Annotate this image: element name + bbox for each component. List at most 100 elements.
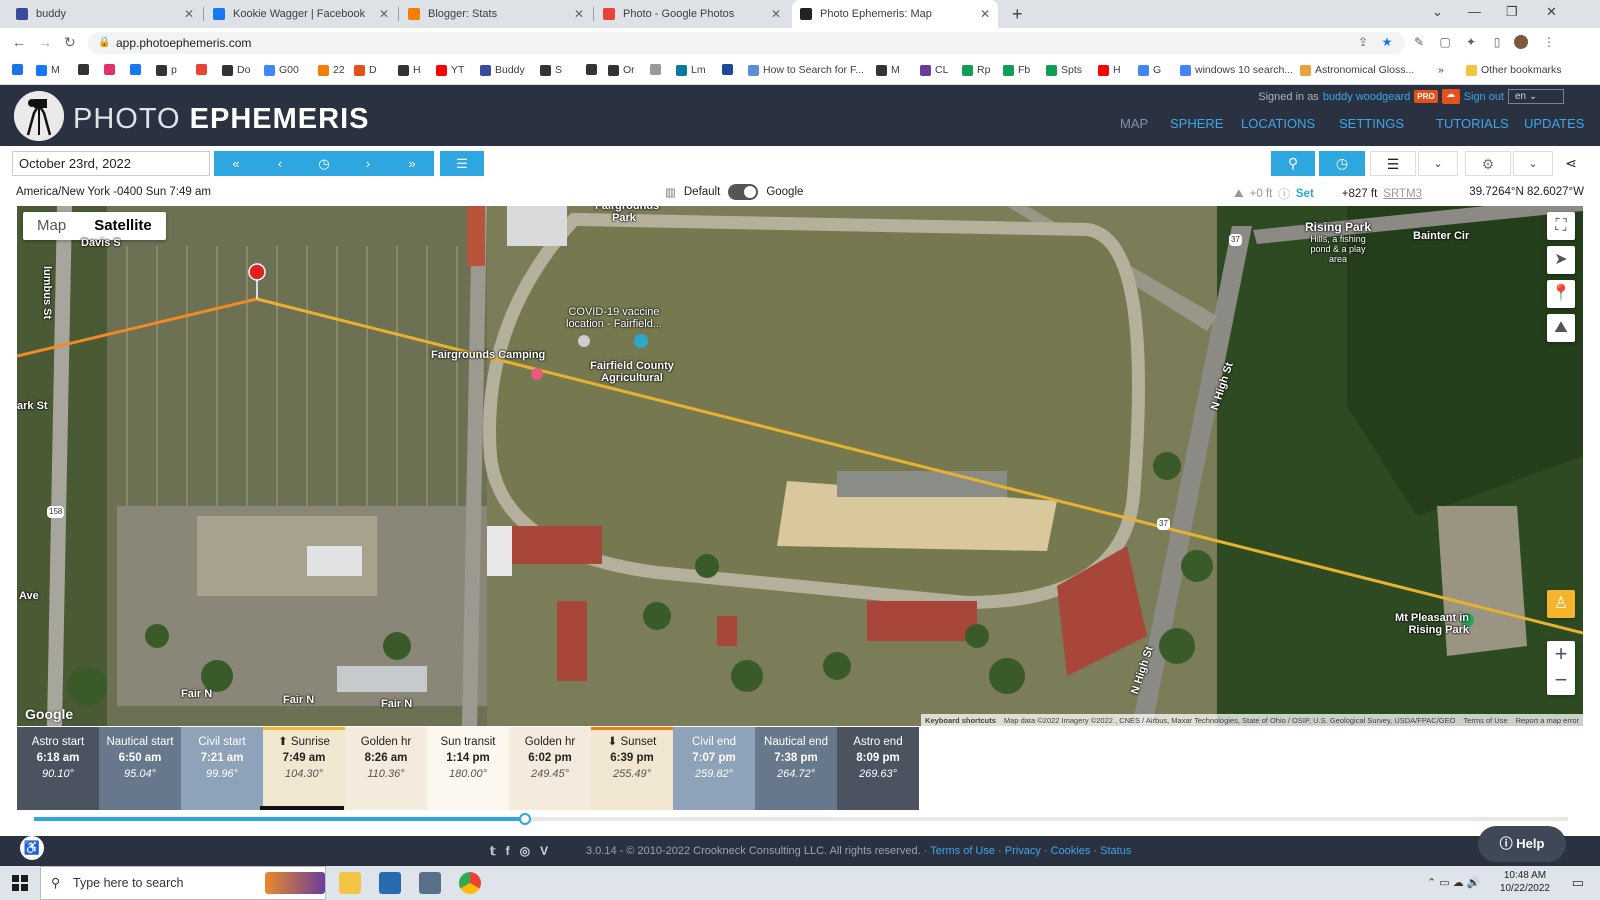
map-type-map[interactable]: Map — [23, 212, 80, 240]
nav-updates[interactable]: UPDATES — [1524, 116, 1584, 131]
bookmark-item[interactable]: Spts — [1046, 64, 1082, 76]
footer-status-link[interactable]: Status — [1100, 845, 1131, 857]
vaccine-pin-icon[interactable] — [578, 335, 590, 347]
bookmark-item[interactable]: M — [36, 64, 60, 76]
bookmark-item[interactable]: How to Search for F... — [748, 64, 864, 76]
forward-step-icon[interactable]: › — [346, 151, 390, 176]
report-error-link[interactable]: Report a map error — [1516, 716, 1579, 725]
taskbar-clock[interactable]: 10:48 AM 10/22/2022 — [1500, 869, 1550, 895]
bookmark-item[interactable]: Rp — [962, 64, 990, 76]
sun-event-card[interactable]: Civil end 7:07 pm 259.82° — [673, 727, 755, 810]
more-bookmarks-icon[interactable]: » — [1438, 64, 1444, 76]
drop-pin-icon[interactable]: 📍 — [1547, 280, 1575, 308]
tab-close-icon[interactable]: ✕ — [771, 7, 781, 21]
accessibility-icon[interactable]: ♿ — [20, 836, 44, 860]
url-field[interactable]: 🔒 app.photoephemeris.com — [88, 32, 1405, 54]
back-step-icon[interactable]: ‹ — [258, 151, 302, 176]
location-pin-icon[interactable] — [248, 263, 266, 281]
browser-tab[interactable]: Photo - Google Photos ✕ — [595, 0, 789, 28]
forward-day-icon[interactable]: » — [390, 151, 434, 176]
bookmark-item[interactable]: Or — [608, 64, 635, 76]
bookmark-item[interactable] — [650, 64, 665, 75]
twitter-icon[interactable]: 𝕥 — [490, 844, 496, 858]
footer-terms-link[interactable]: Terms of Use — [930, 845, 995, 857]
street-view-pegman-icon[interactable]: ♙ — [1547, 590, 1575, 618]
keyboard-shortcuts-link[interactable]: Keyboard shortcuts — [925, 716, 996, 725]
search-icon[interactable]: ⚲ — [1271, 151, 1315, 176]
tab-close-icon[interactable]: ✕ — [184, 7, 194, 21]
bookmark-item[interactable]: G00 — [264, 64, 299, 76]
profile-avatar[interactable] — [1514, 35, 1528, 49]
layers-dropdown-icon[interactable]: ⌄ — [1418, 151, 1458, 176]
tab-close-icon[interactable]: ✕ — [980, 7, 990, 21]
satellite-map[interactable]: Map Satellite Davis S lumbus St Fairgrou… — [17, 206, 1583, 726]
back-day-icon[interactable]: « — [214, 151, 258, 176]
bookmark-item[interactable] — [586, 64, 601, 75]
zoom-in-icon[interactable]: + — [1547, 641, 1575, 667]
nav-settings[interactable]: SETTINGS — [1339, 116, 1404, 131]
time-slider-thumb[interactable] — [518, 813, 531, 825]
minimize-icon[interactable]: — — [1468, 4, 1481, 19]
share-network-icon[interactable]: ⋖ — [1556, 151, 1586, 176]
bookmark-item[interactable]: p — [156, 64, 177, 76]
extension-pen-icon[interactable]: ✎ — [1412, 35, 1426, 49]
set-elevation-button[interactable]: Set — [1296, 188, 1314, 200]
bookmark-item[interactable]: H — [398, 64, 421, 76]
settings-dropdown-icon[interactable]: ⌄ — [1513, 151, 1553, 176]
windows-start-icon[interactable] — [12, 875, 28, 891]
bookmark-item[interactable] — [130, 64, 145, 75]
help-button[interactable]: ⓘ Help — [1478, 826, 1566, 862]
layer-default-label[interactable]: Default — [684, 186, 720, 198]
other-bookmarks[interactable]: Other bookmarks — [1466, 64, 1562, 76]
forward-icon[interactable]: → — [38, 34, 52, 50]
close-window-icon[interactable]: ✕ — [1546, 4, 1557, 20]
layers-icon[interactable]: ☰ — [1370, 151, 1416, 176]
bookmark-item[interactable]: Do — [222, 64, 250, 76]
sun-event-card[interactable]: Nautical end 7:38 pm 264.72° — [755, 727, 837, 810]
elevation-source-link[interactable]: SRTM3 — [1383, 188, 1422, 200]
navigate-arrow-icon[interactable]: ➤ — [1547, 246, 1575, 274]
date-input[interactable]: October 23rd, 2022 — [12, 151, 210, 176]
fullscreen-icon[interactable]: ⛶ — [1547, 212, 1575, 240]
camping-pin-icon[interactable] — [531, 368, 543, 380]
tab-close-icon[interactable]: ✕ — [379, 7, 389, 21]
layer-toggle[interactable] — [728, 184, 759, 200]
footer-cookies-link[interactable]: Cookies — [1051, 845, 1091, 857]
now-clock-icon[interactable]: ◷ — [302, 151, 346, 176]
nav-map[interactable]: MAP — [1120, 116, 1148, 131]
sun-event-card[interactable]: Civil start 7:21 am 99.96° — [181, 727, 263, 810]
tab-close-icon[interactable]: ✕ — [574, 7, 584, 21]
footer-privacy-link[interactable]: Privacy — [1005, 845, 1041, 857]
bookmark-item[interactable]: windows 10 search... — [1180, 64, 1293, 76]
browser-tab[interactable]: Kookie Wagger | Facebook ✕ — [205, 0, 397, 28]
bookmark-item[interactable] — [196, 64, 211, 75]
settings-gear-icon[interactable]: ⚙ — [1465, 151, 1511, 176]
sidebar-icon[interactable]: ▯ — [1490, 35, 1504, 49]
app-icon-2[interactable] — [419, 872, 441, 894]
bookmark-item[interactable]: D — [354, 64, 377, 76]
bookmark-item[interactable]: 22 — [318, 64, 345, 76]
bookmark-item[interactable]: G — [1138, 64, 1161, 76]
vimeo-icon[interactable]: V — [540, 844, 548, 858]
sun-event-card[interactable]: ⬆ Sunrise 7:49 am 104.30° — [263, 727, 345, 810]
bookmark-item[interactable] — [722, 64, 737, 75]
bookmark-item[interactable] — [78, 64, 93, 75]
help-question-icon[interactable]: ⓘ — [1278, 186, 1290, 202]
sun-event-card[interactable]: Golden hr 8:26 am 110.36° — [345, 727, 427, 810]
language-select[interactable]: en ⌄ — [1508, 89, 1564, 104]
brand-title[interactable]: PHOTO EPHEMERIS — [73, 103, 369, 136]
nav-sphere[interactable]: SPHERE — [1170, 116, 1223, 131]
bookmark-item[interactable]: M — [876, 64, 900, 76]
browser-tab[interactable]: buddy ✕ — [8, 0, 202, 28]
sun-event-card[interactable]: Astro start 6:18 am 90.10° — [17, 727, 99, 810]
time-slider[interactable] — [34, 813, 1568, 825]
browser-tab[interactable]: Photo Ephemeris: Map ✕ — [792, 0, 998, 28]
file-explorer-icon[interactable] — [339, 872, 361, 894]
nav-tutorials[interactable]: TUTORIALS — [1436, 116, 1509, 131]
new-tab-icon[interactable]: + — [1012, 4, 1023, 25]
star-icon[interactable]: ★ — [1380, 35, 1394, 49]
bookmark-item[interactable] — [12, 64, 27, 75]
back-icon[interactable]: ← — [12, 34, 26, 50]
facebook-icon[interactable]: f — [506, 844, 510, 858]
zoom-out-icon[interactable]: − — [1547, 667, 1575, 693]
